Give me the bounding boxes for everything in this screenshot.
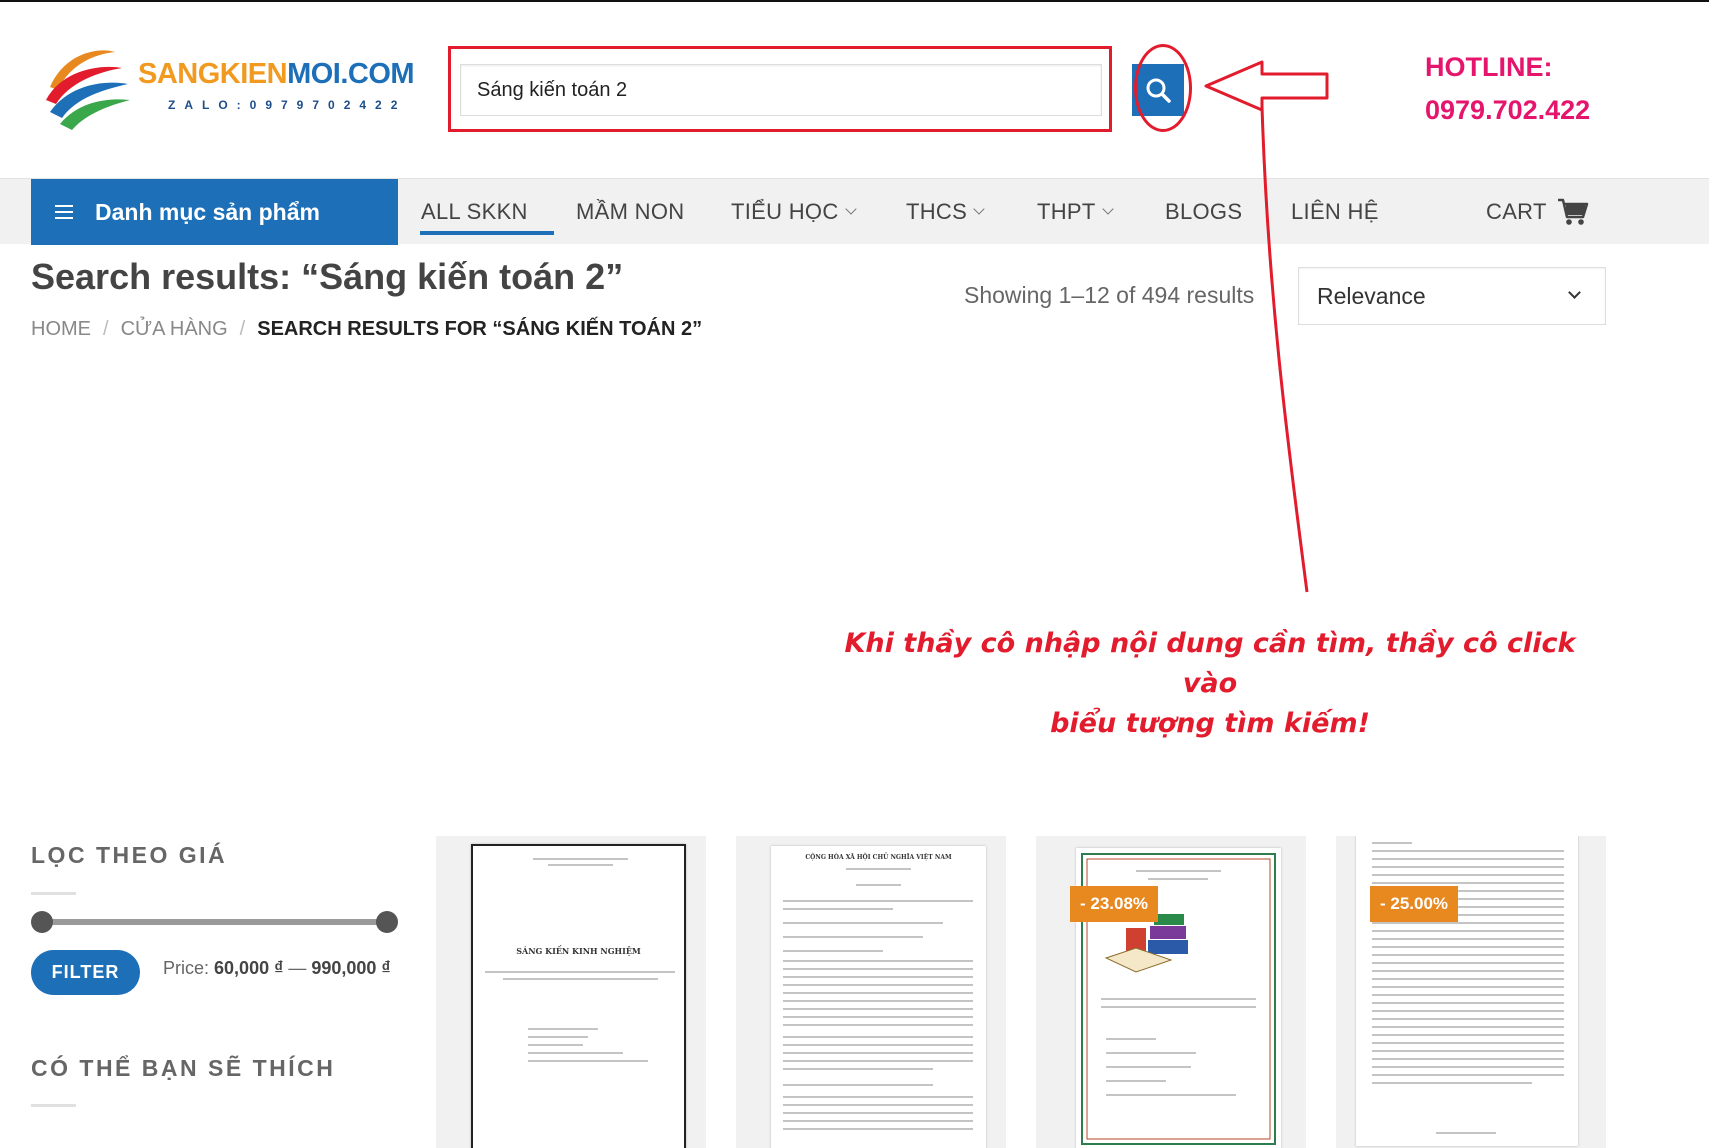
- category-menu-button[interactable]: Danh mục sản phẩm: [31, 179, 398, 245]
- search-icon: [1146, 78, 1171, 103]
- nav-label: BLOGS: [1165, 199, 1243, 224]
- nav-item-lien-he[interactable]: LIÊN HỆ: [1291, 179, 1379, 245]
- nav-label: LIÊN HỆ: [1291, 199, 1379, 224]
- chevron-down-icon: [1101, 203, 1114, 215]
- thumbnail-heading: CỘNG HÒA XÃ HỘI CHỦ NGHĨA VIỆT NAM: [805, 854, 952, 861]
- breadcrumb: HOME / CỬA HÀNG / SEARCH RESULTS FOR “SÁ…: [31, 318, 702, 341]
- product-card[interactable]: - 23.08%: [1036, 836, 1306, 1148]
- product-thumbnail: CỘNG HÒA XÃ HỘI CHỦ NGHĨA VIỆT NAM: [771, 846, 986, 1148]
- category-menu-label: Danh mục sản phẩm: [95, 198, 320, 225]
- breadcrumb-shop[interactable]: CỬA HÀNG: [121, 318, 228, 341]
- price-slider-track[interactable]: [42, 919, 387, 925]
- nav-label: TIỂU HỌC: [731, 199, 839, 224]
- product-card[interactable]: - 25.00%: [1336, 836, 1606, 1148]
- price-range-text: Price: 60,000 ₫ — 990,000 ₫: [163, 958, 391, 979]
- price-max: 990,000 ₫: [311, 958, 391, 978]
- hotline-number[interactable]: 0979.702.422: [1425, 95, 1590, 126]
- search-button[interactable]: [1132, 64, 1184, 116]
- nav-item-thcs[interactable]: THCS: [906, 179, 985, 245]
- nav-label: THPT: [1037, 199, 1096, 224]
- nav-item-blogs[interactable]: BLOGS: [1165, 179, 1242, 245]
- nav-label: THCS: [906, 199, 968, 224]
- sort-select[interactable]: Relevance: [1298, 267, 1606, 325]
- nav-item-mam-non[interactable]: MẦM NON: [576, 179, 684, 245]
- nav-item-tieu-hoc[interactable]: TIỂU HỌC: [731, 179, 857, 245]
- filter-button[interactable]: FILTER: [31, 950, 140, 995]
- nav-label: ALL SKKN: [421, 199, 528, 224]
- suggestions-heading: CÓ THỂ BẠN SẼ THÍCH: [31, 1055, 336, 1081]
- price-separator: —: [288, 958, 307, 978]
- main-nav: Danh mục sản phẩm ALL SKKN MẦM NON TIỂU …: [0, 178, 1709, 245]
- chevron-down-icon: [1568, 286, 1581, 299]
- product-thumbnail: [1356, 836, 1578, 1146]
- sort-selected-value: Relevance: [1317, 282, 1426, 309]
- price-slider-min-handle[interactable]: [31, 911, 53, 933]
- heading-divider: [31, 1104, 76, 1107]
- breadcrumb-home[interactable]: HOME: [31, 318, 91, 341]
- breadcrumb-current: SEARCH RESULTS FOR “SÁNG KIẾN TOÁN 2”: [257, 318, 703, 340]
- thumbnail-heading: SÁNG KIẾN KINH NGHIỆM: [516, 946, 641, 956]
- annotation-line: biểu tượng tìm kiếm!: [1050, 708, 1370, 739]
- discount-badge: - 23.08%: [1070, 886, 1159, 922]
- site-logo[interactable]: SANGKIENMOI.COM ZALO:0979702422: [40, 42, 420, 142]
- heading-divider: [31, 892, 76, 895]
- product-card[interactable]: CỘNG HÒA XÃ HỘI CHỦ NGHĨA VIỆT NAM: [736, 836, 1006, 1148]
- chevron-down-icon: [973, 203, 985, 215]
- nav-item-thpt[interactable]: THPT: [1037, 179, 1114, 245]
- hotline-label: HOTLINE:: [1425, 52, 1553, 82]
- price-min: 60,000 ₫: [214, 958, 284, 978]
- cart-label: CART: [1486, 199, 1547, 224]
- search-input[interactable]: [460, 64, 1102, 116]
- nav-item-all-skkn[interactable]: ALL SKKN: [421, 179, 528, 245]
- product-card[interactable]: SÁNG KIẾN KINH NGHIỆM: [436, 836, 706, 1148]
- logo-zalo-text: ZALO:0979702422: [168, 98, 407, 112]
- hamburger-icon: [55, 205, 73, 219]
- breadcrumb-separator: /: [239, 318, 246, 340]
- logo-wordmark: SANGKIENMOI.COM: [138, 58, 415, 90]
- result-count: Showing 1–12 of 494 results: [964, 282, 1255, 308]
- nav-label: MẦM NON: [576, 199, 685, 224]
- chevron-down-icon: [844, 203, 857, 215]
- cart-link[interactable]: CART: [1486, 179, 1589, 245]
- price-filter-heading: LỌC THEO GIÁ: [31, 842, 228, 868]
- nav-active-indicator: [420, 231, 554, 235]
- annotation-line: Khi thầy cô nhập nội dung cần tìm, thầy …: [844, 628, 1576, 699]
- price-slider-max-handle[interactable]: [376, 911, 398, 933]
- price-label: Price:: [163, 958, 210, 978]
- discount-badge: - 25.00%: [1370, 886, 1459, 922]
- cart-icon: [1557, 198, 1588, 225]
- logo-swoosh-icon: [46, 50, 130, 130]
- breadcrumb-separator: /: [103, 318, 109, 340]
- page-title: Search results: “Sáng kiến toán 2”: [31, 256, 624, 297]
- product-thumbnail: SÁNG KIẾN KINH NGHIỆM: [471, 844, 686, 1148]
- annotation-text: Khi thầy cô nhập nội dung cần tìm, thầy …: [830, 624, 1590, 744]
